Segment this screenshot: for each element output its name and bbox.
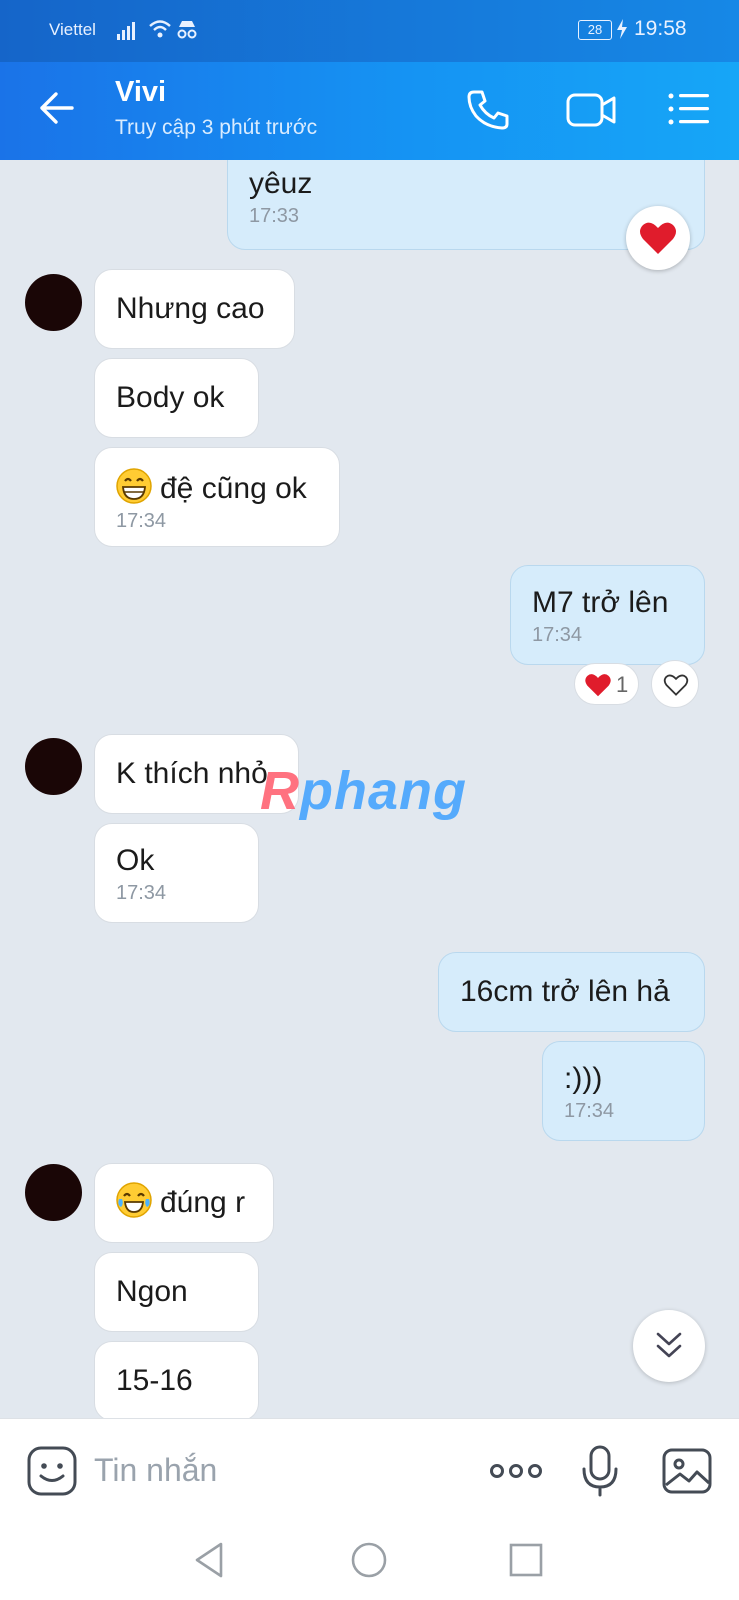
menu-list-icon[interactable] [666,88,712,130]
message-text: Ngon [116,1275,188,1308]
message-text: đệ cũng ok [160,472,307,505]
message-time: 17:34 [532,624,583,646]
message-time: 17:33 [249,205,300,227]
battery-indicator: 28 [578,20,612,40]
contact-avatar[interactable] [25,1164,82,1221]
reaction-badge[interactable] [626,206,690,270]
more-options-icon[interactable] [488,1445,544,1497]
message-time: 17:34 [116,882,167,904]
contact-avatar[interactable] [25,738,82,795]
contact-avatar[interactable] [25,274,82,331]
message-time: 17:34 [564,1100,615,1122]
incoming-message[interactable]: Nhưng cao [94,269,295,349]
gallery-image-icon[interactable] [661,1445,713,1497]
message-text: 15-16 [116,1364,193,1397]
system-nav-bar [0,1522,739,1600]
message-input[interactable]: Tin nhắn [94,1452,217,1489]
video-call-icon[interactable] [565,88,617,130]
contact-name[interactable]: Vivi [115,76,166,109]
message-text: M7 trở lên [532,586,669,619]
message-text: K thích nhỏ [116,757,268,790]
incognito-icon [177,21,197,39]
status-bar: Viettel 28 19:58 [0,0,739,62]
charging-icon [617,19,627,39]
scroll-to-bottom-button[interactable] [633,1310,705,1382]
message-text: Body ok [116,381,225,414]
nav-home-icon[interactable] [349,1540,389,1580]
chat-area[interactable]: yêuz 17:33 Nhưng cao Body ok đệ cũng ok … [0,160,739,1418]
incoming-message[interactable]: đúng r [94,1163,274,1243]
incoming-message[interactable]: 15-16 [94,1341,259,1418]
add-reaction-button[interactable] [651,660,699,708]
reaction-count-badge[interactable]: 1 [574,663,639,705]
message-text: đúng r [160,1186,246,1219]
heart-icon [585,674,611,697]
heart-outline-icon [663,674,689,696]
back-arrow-icon[interactable] [36,88,76,128]
message-text: Nhưng cao [116,292,265,325]
top-bar: Viettel 28 19:58 Vivi Truy cập 3 phút tr… [0,0,739,160]
tears-of-joy-icon [116,1182,152,1218]
outgoing-message[interactable]: M7 trở lên 17:34 [510,565,705,665]
reaction-count: 1 [616,672,629,697]
double-chevron-down-icon [656,1332,682,1358]
watermark-logo: Rphang [260,761,467,821]
grinning-face-icon [116,468,152,504]
incoming-message[interactable]: Body ok [94,358,259,438]
microphone-icon[interactable] [580,1445,620,1497]
wifi-icon [149,20,171,38]
nav-back-icon[interactable] [191,1540,231,1580]
message-text: yêuz [249,167,313,200]
message-text: Ok [116,844,155,877]
heart-icon [640,222,676,254]
incoming-message[interactable]: Ok 17:34 [94,823,259,923]
message-text: 16cm trở lên hả [460,975,670,1008]
message-time: 17:34 [116,510,167,532]
message-text: :))) [564,1062,603,1095]
incoming-message[interactable]: đệ cũng ok 17:34 [94,447,340,547]
phone-call-icon[interactable] [466,88,512,130]
nav-recents-icon[interactable] [506,1540,546,1580]
outgoing-message[interactable]: 16cm trở lên hả [438,952,705,1032]
sticker-emoji-icon[interactable] [26,1445,78,1497]
clock: 19:58 [634,17,687,40]
carrier-label: Viettel [49,20,96,39]
last-seen-status: Truy cập 3 phút trước [115,116,318,139]
message-input-bar: Tin nhắn [0,1418,739,1522]
outgoing-message[interactable]: :))) 17:34 [542,1041,705,1141]
signal-icon [117,22,135,40]
incoming-message[interactable]: Ngon [94,1252,259,1332]
